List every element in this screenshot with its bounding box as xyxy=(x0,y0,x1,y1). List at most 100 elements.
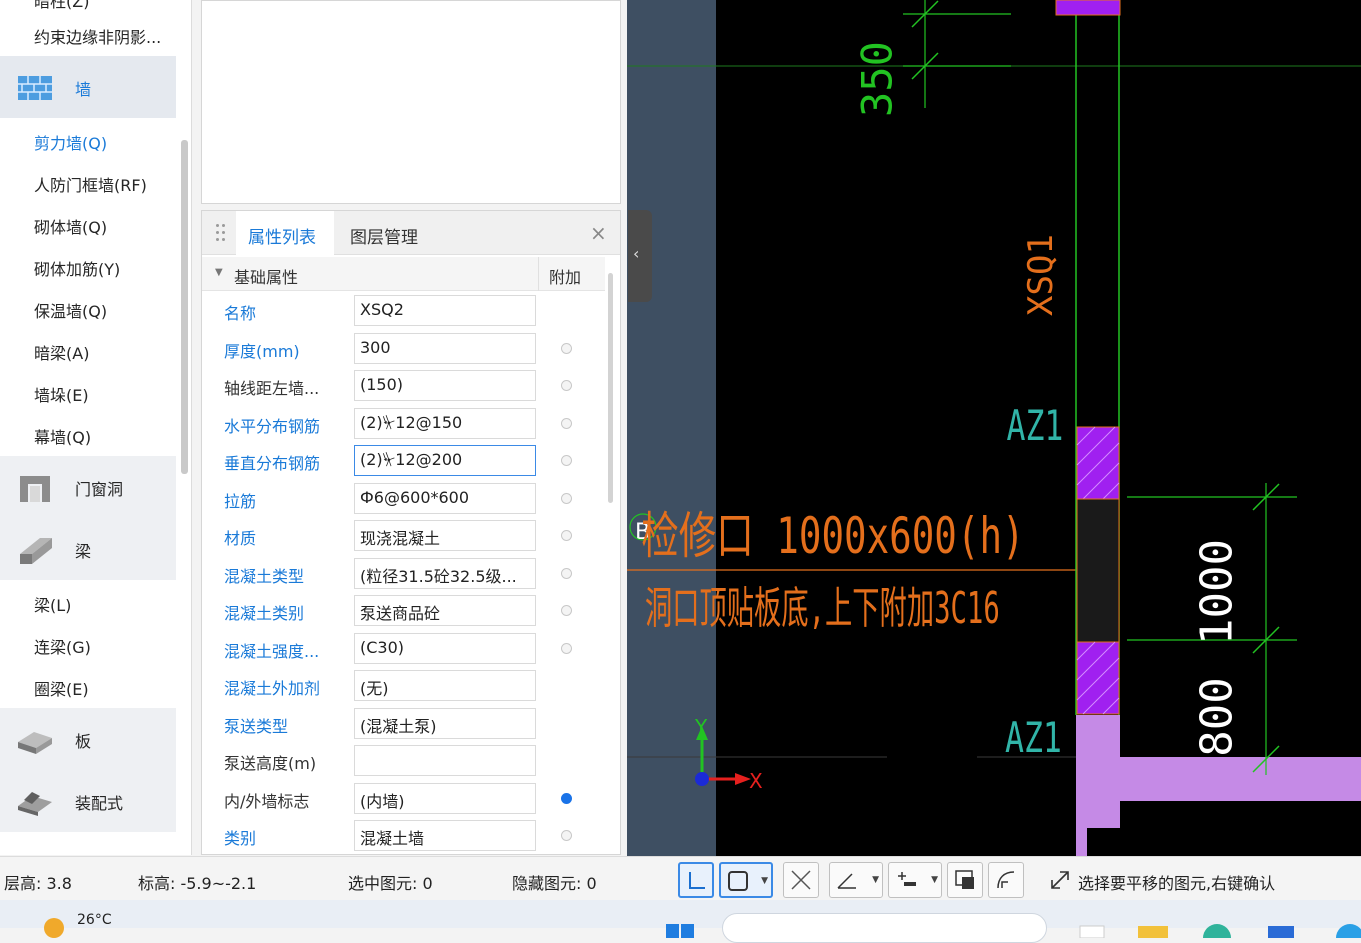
app-icon[interactable] xyxy=(1078,918,1106,939)
property-value-field[interactable]: (无) xyxy=(354,670,536,701)
offset-snap-button[interactable]: ▼ xyxy=(888,862,942,898)
properties-scrollbar[interactable] xyxy=(608,273,613,503)
cad-drawing-canvas[interactable]: 350 XSQ1 AZ1 AZ1 B 检修口 1000x600(h) 洞口顶贴板… xyxy=(627,0,1361,856)
weather-temperature[interactable]: 26°C xyxy=(77,912,112,928)
property-value-field[interactable]: XSQ2 xyxy=(354,295,536,326)
component-preview-panel xyxy=(201,0,621,204)
os-taskbar: 26°C xyxy=(0,900,1361,943)
app-circle-icon[interactable] xyxy=(1332,918,1361,943)
property-value-field[interactable]: (内墙) xyxy=(354,782,536,814)
property-row[interactable]: 厚度(mm) 300 xyxy=(202,330,605,367)
command-hint: 选择要平移的图元,右键确认 xyxy=(1078,874,1276,893)
property-value-field[interactable]: Ф6@600*600 xyxy=(354,482,536,514)
property-value-field[interactable]: (2)⏧12@200 xyxy=(354,445,536,476)
tree-item-civil-defense-wall[interactable]: 人防门框墙(RF) xyxy=(34,172,147,196)
property-value-field[interactable]: (2)⏧12@150 xyxy=(354,407,536,439)
display-toggle-button[interactable] xyxy=(947,862,983,898)
property-value-field[interactable]: (粒径31.5砼32.5级... xyxy=(354,557,536,589)
property-name: 水平分布钢筋 xyxy=(224,416,321,436)
tree-item-coupling-beam[interactable]: 连梁(G) xyxy=(34,634,91,658)
tree-category-beam[interactable]: 梁 xyxy=(0,518,176,580)
property-row[interactable]: 名称 XSQ2 xyxy=(202,292,605,329)
tree-item-curtain-wall[interactable]: 幕墙(Q) xyxy=(34,424,91,448)
extra-flag-radio[interactable] xyxy=(561,455,572,466)
property-value-field[interactable]: 混凝土墙 xyxy=(354,820,536,851)
property-row[interactable]: 混凝土外加剂 (无) xyxy=(202,667,605,704)
property-name: 混凝土类型 xyxy=(224,566,305,586)
extra-flag-radio[interactable] xyxy=(561,792,572,804)
property-row[interactable]: 材质 现浇混凝土 xyxy=(202,517,605,554)
tab-property-list[interactable]: 属性列表 xyxy=(248,223,316,248)
property-row[interactable]: 混凝土类别 泵送商品砼 xyxy=(202,592,605,629)
extra-flag-radio[interactable] xyxy=(561,380,572,391)
extra-flag-radio[interactable] xyxy=(561,492,572,504)
tree-item-ring-beam[interactable]: 圈梁(E) xyxy=(34,676,89,700)
panel-collapse-tab[interactable] xyxy=(628,210,652,302)
chevron-left-icon[interactable]: ‹ xyxy=(633,244,639,263)
close-icon[interactable]: × xyxy=(590,221,607,245)
property-row[interactable]: 拉筋 Ф6@600*600 xyxy=(202,480,605,517)
extra-flag-radio[interactable] xyxy=(561,417,572,429)
arc-snap-button[interactable] xyxy=(988,862,1024,898)
angle-icon xyxy=(837,873,856,889)
tree-category-prefab[interactable]: 装配式 xyxy=(0,770,176,832)
tree-item-nonshadow-edge[interactable]: 约束边缘非阴影... xyxy=(34,24,161,48)
dim-1000-label: 1000 xyxy=(1192,539,1243,645)
tree-category-slab[interactable]: 板 xyxy=(0,708,176,770)
property-row[interactable]: 垂直分布钢筋 (2)⏧12@200 xyxy=(202,442,605,479)
collapse-arrow-icon[interactable]: ▼ xyxy=(215,267,223,278)
extra-flag-radio[interactable] xyxy=(561,830,572,841)
group-header-basic[interactable]: ▼ 基础属性 附加 xyxy=(202,257,605,291)
dim-800-label: 800 xyxy=(1192,677,1243,756)
extra-flag-radio[interactable] xyxy=(561,342,572,354)
property-row[interactable]: 类别 混凝土墙 xyxy=(202,817,605,854)
tree-item-beam[interactable]: 梁(L) xyxy=(34,592,71,616)
tree-item-shear-wall[interactable]: 剪力墙(Q) xyxy=(34,130,107,154)
property-value-field[interactable]: (混凝土泵) xyxy=(354,707,536,739)
property-row[interactable]: 轴线距左墙... (150) xyxy=(202,367,605,404)
property-row[interactable]: 泵送类型 (混凝土泵) xyxy=(202,705,605,742)
start-icon[interactable] xyxy=(666,918,694,938)
tree-item-masonry-wall[interactable]: 砌体墙(Q) xyxy=(34,214,107,238)
angle-snap-button[interactable]: ▼ xyxy=(829,862,883,898)
extra-flag-radio[interactable] xyxy=(561,642,572,654)
ortho-toggle-button[interactable] xyxy=(678,862,714,898)
property-value-field[interactable] xyxy=(354,745,536,776)
property-row[interactable]: 泵送高度(m) xyxy=(202,742,605,779)
tree-scrollbar[interactable] xyxy=(181,140,188,474)
tab-layer-management[interactable]: 图层管理 xyxy=(350,223,418,248)
property-row[interactable]: 混凝土类型 (粒径31.5砼32.5级... xyxy=(202,555,605,592)
tree-item-hidden-beam[interactable]: 暗梁(A) xyxy=(34,340,89,364)
property-row[interactable]: 混凝土强度... (C30) xyxy=(202,630,605,667)
drag-handle-icon[interactable] xyxy=(216,224,226,244)
property-row[interactable]: 水平分布钢筋 (2)⏧12@150 xyxy=(202,405,605,442)
extra-flag-radio[interactable] xyxy=(561,530,572,541)
extra-flag-radio[interactable] xyxy=(561,605,572,616)
offset-icon xyxy=(898,872,916,886)
folder-icon[interactable] xyxy=(1136,918,1168,938)
snap-mode-button[interactable]: ▼ xyxy=(719,862,773,898)
weather-sun-icon[interactable] xyxy=(44,918,64,938)
tree-category-door-window[interactable]: 门窗洞 xyxy=(0,456,176,518)
browser-icon[interactable] xyxy=(1200,918,1231,943)
property-name: 名称 xyxy=(224,304,257,323)
property-row[interactable]: 内/外墙标志 (内墙) xyxy=(202,780,605,817)
property-value-field[interactable]: 现浇混凝土 xyxy=(354,520,536,551)
axis-y-label: Y xyxy=(694,715,708,739)
tree-item-masonry-rebar[interactable]: 砌体加筋(Y) xyxy=(34,256,120,280)
property-value-field[interactable]: 300 xyxy=(354,332,536,364)
tree-item-wall-pier[interactable]: 墙垛(E) xyxy=(34,382,89,406)
wall-opening xyxy=(1076,498,1120,643)
property-name: 泵送类型 xyxy=(224,716,289,736)
taskbar-search[interactable] xyxy=(722,913,1047,943)
store-icon[interactable] xyxy=(1264,918,1294,938)
tree-item-insulation-wall[interactable]: 保温墙(Q) xyxy=(34,298,107,322)
property-value-field[interactable]: (C30) xyxy=(354,632,536,664)
tree-item-partial[interactable]: 暗柱(Z) xyxy=(34,0,89,12)
cross-snap-button[interactable] xyxy=(783,862,819,898)
extra-flag-radio[interactable] xyxy=(561,567,572,579)
property-value-field[interactable]: 泵送商品砼 xyxy=(354,595,536,626)
tree-category-wall[interactable]: 墙 xyxy=(0,56,176,118)
property-name: 混凝土外加剂 xyxy=(224,679,321,698)
property-value-field[interactable]: (150) xyxy=(354,370,536,401)
